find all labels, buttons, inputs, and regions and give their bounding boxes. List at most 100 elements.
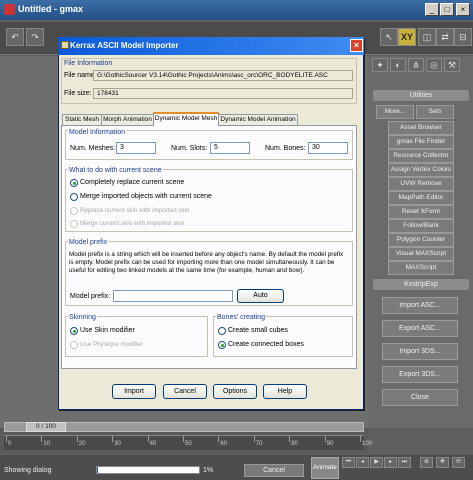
create-small-cubes-label[interactable]: Create small cubes (228, 327, 288, 334)
num-meshes-field[interactable]: 3 (116, 142, 156, 154)
redo-icon[interactable]: ↷ (26, 28, 44, 46)
scene-option-merge-radio[interactable] (70, 193, 78, 201)
modify-tab-icon[interactable]: ◐ (390, 58, 406, 72)
utility-mappath-editor[interactable]: MapPath Editor (388, 191, 454, 205)
next-frame-icon[interactable]: ▸ (384, 457, 397, 468)
utility-reset-xform[interactable]: Reset XForm (388, 205, 454, 219)
kxstripexp-rollout-header[interactable]: KxstripExp (373, 279, 469, 290)
more-button[interactable]: More... (376, 105, 414, 119)
create-tab-icon[interactable]: ✦ (372, 58, 388, 72)
pan-icon[interactable]: ✥ (436, 457, 449, 468)
skinning-group (65, 316, 208, 357)
track-bar[interactable] (4, 435, 364, 450)
scene-option-merge-skin-radio (70, 220, 78, 228)
timeline-tick-label: 0 (8, 441, 12, 447)
create-small-cubes-radio[interactable] (218, 327, 226, 335)
use-skin-modifier-radio[interactable] (70, 327, 78, 335)
timeline-tick (324, 436, 326, 442)
bones-creating-label: Bones' creating (216, 314, 267, 321)
maximize-button[interactable]: □ (440, 3, 454, 16)
export-asc-button[interactable]: Export ASC... (382, 320, 458, 337)
cancel-button[interactable]: Cancel (163, 384, 207, 399)
num-meshes-label: Num. Meshes: (70, 145, 116, 152)
utilities-rollout-header[interactable]: Utilities (373, 90, 469, 101)
help-button[interactable]: Help (263, 384, 307, 399)
tab-static-mesh[interactable]: Static Mesh (62, 114, 102, 125)
sets-button[interactable]: Sets (416, 105, 454, 119)
create-connected-boxes-radio[interactable] (218, 341, 226, 349)
tab-morph-animation[interactable]: Morph Animation (101, 114, 154, 125)
utility-maxscript[interactable]: MAXScript (388, 261, 454, 275)
timeline-tick-label: 50 (185, 441, 192, 447)
tab-dynamic-model-mesh[interactable]: Dynamic Model Mesh (153, 112, 219, 126)
animate-button[interactable]: Animate (311, 457, 339, 479)
dialog-title: Kerrax ASCII Model Importer (70, 41, 179, 50)
utility-polygon-counter[interactable]: Polygon Counter (388, 233, 454, 247)
kex-close-button[interactable]: Close (382, 389, 458, 406)
utility-visual-maxscript[interactable]: Visual MAXScript (388, 247, 454, 261)
status-cancel-button[interactable]: Cancel (244, 464, 304, 477)
axis-constraint-button[interactable]: XY (398, 28, 416, 46)
dialog-app-icon (61, 41, 69, 49)
scene-option-merge-skin-label: Merge current skin with imported skin (80, 220, 185, 227)
file-info-label: File Information (64, 60, 113, 67)
import-asc-button[interactable]: Import ASC... (382, 297, 458, 314)
timeline-tick (183, 436, 184, 442)
utility-uvw-remove[interactable]: UVW Remove (388, 177, 454, 191)
timeline-tick (147, 436, 149, 442)
timeline-tick-label: 70 (255, 441, 263, 447)
bones-creating-group (213, 316, 353, 357)
use-physique-modifier-label: Use Physique modifier (80, 341, 143, 348)
num-bones-field[interactable]: 30 (308, 142, 348, 154)
timeline-tick-label: 40 (149, 441, 157, 447)
time-slider-label: 0 / 100 (36, 423, 56, 430)
orbit-icon[interactable]: ⟳ (452, 457, 465, 468)
snap-icon[interactable]: ◫ (418, 28, 436, 46)
hierarchy-tab-icon[interactable]: ⋔ (408, 58, 424, 72)
use-skin-modifier-label[interactable]: Use Skin modifier (80, 327, 135, 334)
utility-vertex-colors[interactable]: Assign Vertex Colors (388, 163, 454, 177)
import-3ds-button[interactable]: Import 3DS... (382, 343, 458, 360)
play-icon[interactable]: ▶ (370, 457, 383, 468)
timeline-tick (360, 436, 361, 442)
model-prefix-input[interactable] (113, 290, 233, 302)
model-prefix-field-label: Model prefix: (70, 293, 111, 300)
undo-icon[interactable]: ↶ (6, 28, 24, 46)
prev-frame-icon[interactable]: ◂ (356, 457, 369, 468)
align-icon[interactable]: ⊟ (454, 28, 472, 46)
timeline-tick-label: 80 (291, 441, 298, 447)
auto-button[interactable]: Auto (237, 289, 284, 303)
mirror-icon[interactable]: ⇄ (436, 28, 454, 46)
timeline-tick (253, 436, 255, 442)
utility-follow-bank[interactable]: Follow/Bank (388, 219, 454, 233)
progress-percent: 1% (203, 467, 214, 474)
num-slots-field[interactable]: 5 (210, 142, 250, 154)
model-prefix-description: Model prefix is a string which will be i… (69, 251, 344, 274)
create-connected-boxes-label[interactable]: Create connected boxes (228, 341, 304, 348)
utilities-tab-icon[interactable]: ⚒ (444, 58, 460, 72)
use-physique-modifier-radio (70, 341, 78, 349)
num-bones-label: Num. Bones: (265, 145, 306, 152)
timeline-tick (218, 436, 220, 442)
timeline-tick (76, 436, 78, 442)
utility-file-finder[interactable]: gmax File Finder (388, 135, 454, 149)
dialog-close-button[interactable]: × (350, 39, 363, 52)
tab-dynamic-model-animation[interactable]: Dynamic Model Animation (218, 114, 298, 125)
utility-resource-collector[interactable]: Resource Collector (388, 149, 454, 163)
options-button[interactable]: Options (213, 384, 257, 399)
scene-option-merge-label[interactable]: Merge imported objects with current scen… (80, 193, 212, 200)
minimize-button[interactable]: _ (425, 3, 439, 16)
motion-tab-icon[interactable]: ◎ (426, 58, 442, 72)
scene-option-replace-label[interactable]: Completely replace current scene (80, 179, 184, 186)
app-close-button[interactable]: × (456, 3, 470, 16)
goto-start-icon[interactable]: ⏮ (342, 457, 355, 468)
scene-option-replace-skin-label: Replace current skin with imported skin (80, 207, 190, 214)
scene-option-replace-radio[interactable] (70, 179, 78, 187)
utility-asset-browser[interactable]: Asset Browser (388, 121, 454, 135)
export-3ds-button[interactable]: Export 3DS... (382, 366, 458, 383)
import-button[interactable]: Import (112, 384, 156, 399)
goto-end-icon[interactable]: ⏭ (398, 457, 411, 468)
zoom-icon[interactable]: ⊕ (420, 457, 433, 468)
select-icon[interactable]: ↖ (380, 28, 398, 46)
timeline-tick (6, 436, 7, 442)
